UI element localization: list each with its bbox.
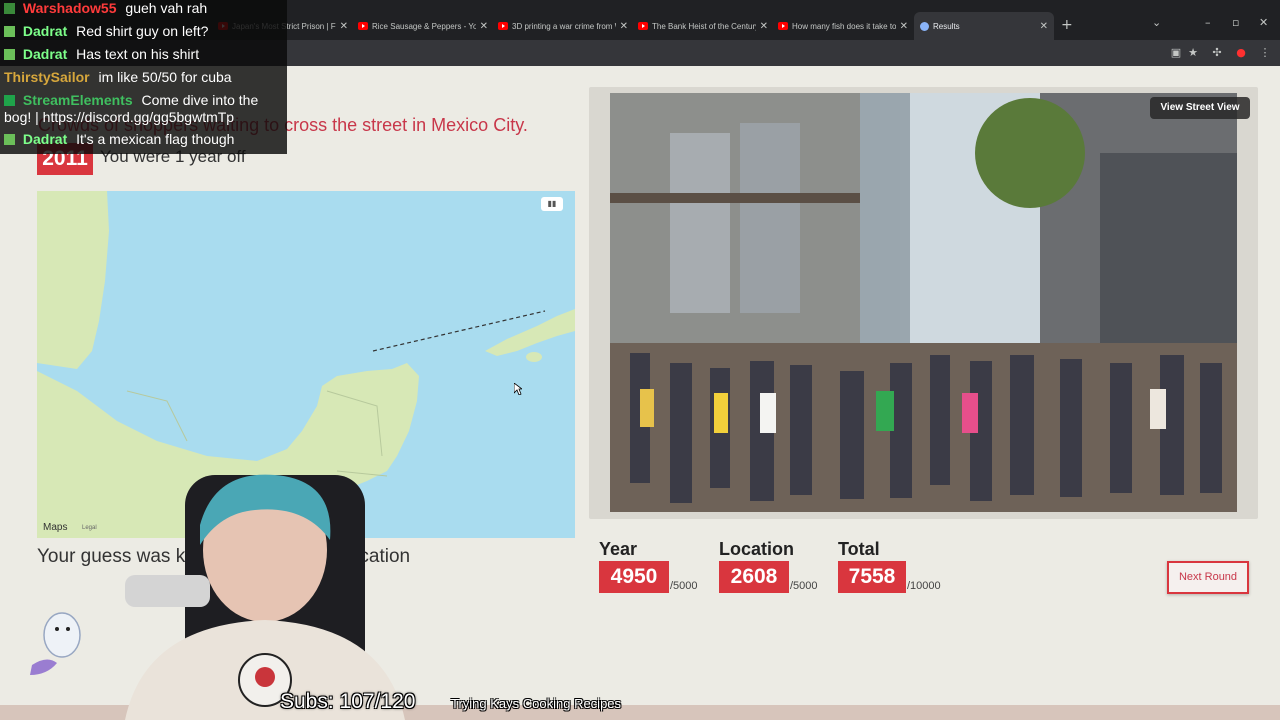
location-score-max: /5000 (790, 580, 818, 592)
bookmark-star-icon[interactable]: ★ (1187, 47, 1199, 59)
badge-icon (4, 134, 15, 145)
next-round-button[interactable]: Next Round (1167, 561, 1249, 594)
webcam-overlay (105, 455, 405, 720)
year-score-value: 4950 (599, 561, 669, 593)
browser-tab[interactable]: How many fish does it take to p ✕ (778, 16, 908, 36)
street-photo-graphic (610, 93, 1237, 512)
total-score-value: 7558 (838, 561, 906, 593)
maximize-icon[interactable]: ▫ (1232, 16, 1239, 29)
badge-icon (4, 26, 15, 37)
close-tab-icon[interactable]: ✕ (340, 21, 348, 32)
chat-message: ThirstySailor im like 50/50 for cuba (4, 69, 232, 85)
chat-message: StreamElements Come dive into the bog! |… (4, 92, 286, 126)
youtube-icon (498, 22, 508, 30)
chat-username: Warshadow55 (22, 0, 117, 16)
round-photo (610, 93, 1237, 512)
browser-tab-active[interactable]: Results ✕ (914, 12, 1054, 40)
badge-icon (4, 95, 15, 106)
extensions-icon[interactable]: ✣ (1211, 47, 1223, 59)
close-tab-icon[interactable]: ✕ (1040, 21, 1048, 32)
maps-legal-link[interactable]: Legal (82, 525, 97, 531)
chat-text: im like 50/50 for cuba (98, 69, 232, 85)
chat-message: Dadrat Has text on his shirt (4, 46, 199, 62)
streamer-webcam-graphic (125, 474, 405, 720)
chat-username: Dadrat (22, 46, 68, 62)
chat-username: StreamElements (22, 92, 133, 108)
tab-search-icon[interactable]: ⌄ (1152, 16, 1161, 29)
gulf-coast-land (37, 191, 109, 369)
close-tab-icon[interactable]: ✕ (620, 21, 628, 32)
install-app-icon[interactable]: ▣ (1170, 47, 1182, 59)
browser-tab[interactable]: The Bank Heist of the Century - ✕ (638, 16, 768, 36)
chat-username: ThirstySailor (4, 69, 90, 85)
badge-icon (4, 3, 15, 14)
subscriber-goal: Subs: 107/120 (280, 690, 416, 713)
chat-message: Dadrat It's a mexican flag though (4, 131, 234, 147)
subscriber-goal-label: Trying Kays Cooking Recipes (451, 696, 622, 711)
youtube-icon (778, 22, 788, 30)
chat-message: Warshadow55 gueh vah rah (4, 0, 207, 16)
location-score-label: Location (719, 539, 794, 559)
chat-text: Has text on his shirt (76, 46, 200, 62)
badge-icon (4, 49, 15, 60)
mascot-sticker (30, 612, 81, 675)
close-tab-icon[interactable]: ✕ (480, 21, 488, 32)
browser-tab[interactable]: 3D printing a war crime from W ✕ (498, 16, 628, 36)
year-score-label: Year (599, 539, 638, 559)
chat-username: Dadrat (22, 23, 68, 39)
map-type-icon[interactable]: ▮▮ (541, 197, 563, 211)
youtube-icon (638, 22, 648, 30)
island-land (526, 352, 542, 362)
chat-username: Dadrat (22, 131, 68, 147)
chat-text: Red shirt guy on left? (76, 23, 209, 39)
cuba-land (485, 309, 575, 356)
chat-text: It's a mexican flag though (76, 131, 235, 147)
view-street-view-button[interactable]: View Street View (1150, 97, 1250, 119)
close-tab-icon[interactable]: ✕ (760, 21, 768, 32)
globe-icon (920, 21, 929, 31)
location-score-value: 2608 (719, 561, 789, 593)
chat-text: gueh vah rah (125, 0, 208, 16)
browser-tab[interactable]: Rice Sausage & Peppers - YouTube ✕ (358, 16, 488, 36)
close-window-icon[interactable]: ✕ (1259, 16, 1268, 29)
maps-logo: Maps (43, 522, 68, 533)
youtube-icon (358, 22, 368, 30)
mouse-cursor-icon (514, 383, 522, 395)
menu-kebab-icon[interactable]: ⋮ (1259, 47, 1271, 59)
year-score-max: /5000 (670, 580, 698, 592)
new-tab-button[interactable]: + (1061, 17, 1073, 33)
stream-chat-overlay: Warshadow55 gueh vah rah Dadrat Red shir… (0, 0, 287, 154)
total-score-label: Total (838, 539, 880, 559)
total-score-max: /10000 (907, 580, 941, 592)
minimize-icon[interactable]: – (1205, 16, 1211, 29)
chat-message: Dadrat Red shirt guy on left? (4, 23, 208, 39)
youtube-extension-icon[interactable]: ● (1235, 47, 1247, 59)
close-tab-icon[interactable]: ✕ (900, 21, 908, 32)
